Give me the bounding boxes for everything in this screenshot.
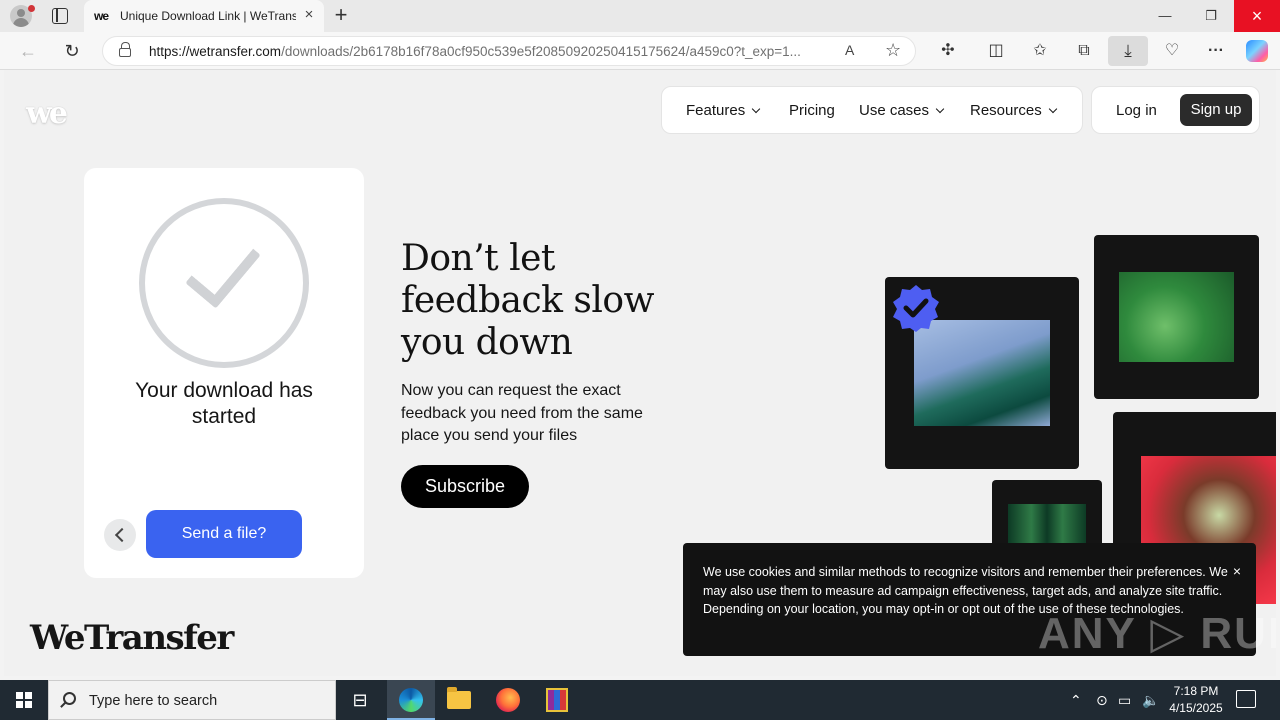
meet-now-icon[interactable]: ⊙: [1096, 680, 1108, 720]
wetransfer-favicon-icon: we: [94, 9, 109, 23]
checkmark-icon: [185, 229, 261, 309]
glass-vase-image: [914, 320, 1050, 426]
checkmark-circle-icon: [139, 198, 309, 368]
wetransfer-logo[interactable]: we: [26, 96, 68, 131]
chevron-down-icon: [935, 104, 945, 114]
firefox-icon: [496, 688, 520, 712]
promo-headline: Don’t let feedback slow you down: [401, 238, 654, 363]
chevron-down-icon: [1048, 104, 1057, 114]
new-tab-button[interactable]: +: [330, 4, 352, 26]
tab-actions-icon[interactable]: [52, 8, 68, 24]
browser-toolbar: ← ↻ https://wetransfer.com/downloads/2b6…: [0, 32, 1280, 70]
network-icon[interactable]: ▭: [1118, 680, 1131, 720]
tab-wetransfer[interactable]: we Unique Download Link | WeTransfer ×: [84, 0, 324, 32]
add-favorite-star-icon[interactable]: ☆: [885, 40, 901, 61]
url-path: /downloads/2b6178b16f78a0cf950c539e5f208…: [281, 44, 801, 59]
profile-notification-dot: [28, 5, 35, 12]
promo-image-tile: [1094, 235, 1259, 399]
web-page: we Features Pricing Use cases Resources …: [4, 70, 1276, 676]
signup-button[interactable]: Sign up: [1180, 94, 1252, 126]
download-card: Your download has started Send a file?: [84, 168, 364, 578]
taskbar-search[interactable]: Type here to search: [48, 680, 336, 720]
tab-title: Unique Download Link | WeTransfer: [120, 9, 296, 23]
promo-body: Now you can request the exact feedback y…: [401, 382, 643, 444]
nav-use-cases-label: Use cases: [859, 102, 930, 119]
window-close-button[interactable]: ×: [1234, 0, 1280, 32]
folder-icon: [447, 687, 471, 709]
copilot-icon[interactable]: [1246, 40, 1268, 62]
nav-pricing[interactable]: Pricing: [789, 102, 835, 119]
taskbar-clock[interactable]: 7:18 PM 4/15/2025: [1160, 683, 1232, 717]
clock-date: 4/15/2025: [1169, 701, 1223, 715]
taskbar-winrar[interactable]: [533, 680, 581, 720]
reload-icon[interactable]: ↻: [60, 39, 84, 63]
winrar-icon: [546, 688, 568, 712]
clock-time: 7:18 PM: [1173, 684, 1219, 698]
subscribe-button[interactable]: Subscribe: [401, 465, 529, 508]
nav-features-label: Features: [686, 102, 746, 119]
tab-close-icon[interactable]: ×: [300, 6, 318, 24]
windows-taskbar: Type here to search ⊟ ⌃ ⊙ ▭ 🔈 7:18 PM 4/…: [0, 680, 1280, 720]
search-placeholder: Type here to search: [89, 693, 218, 709]
window-minimize-button[interactable]: —: [1142, 0, 1188, 32]
windows-logo-icon: [16, 692, 32, 708]
extensions-puzzle-icon[interactable]: ✣: [936, 39, 960, 63]
wetransfer-wordmark: WeTransfer: [30, 618, 234, 658]
split-screen-icon[interactable]: ◫: [984, 39, 1008, 63]
address-bar[interactable]: https://wetransfer.com/downloads/2b6178b…: [102, 36, 916, 66]
verified-badge-icon: [893, 285, 939, 332]
taskbar-edge[interactable]: [387, 680, 435, 720]
chevron-down-icon: [751, 104, 761, 114]
main-nav: Features Pricing Use cases Resources: [661, 86, 1083, 134]
auth-box: Log in Sign up: [1091, 86, 1260, 134]
download-arrow-icon: ⤓: [1124, 41, 1132, 60]
tray-chevron-up-icon[interactable]: ⌃: [1070, 680, 1082, 720]
login-link[interactable]: Log in: [1116, 102, 1157, 119]
more-options-icon[interactable]: ···: [1204, 39, 1228, 63]
taskbar-file-explorer[interactable]: [435, 680, 483, 720]
nav-resources-label: Resources: [970, 102, 1042, 119]
nav-features[interactable]: Features: [686, 102, 761, 119]
browser-essentials-icon[interactable]: ♡: [1160, 39, 1184, 63]
lock-icon[interactable]: [119, 42, 131, 57]
cookie-close-icon[interactable]: ×: [1229, 563, 1245, 579]
browser-titlebar: we Unique Download Link | WeTransfer × +…: [0, 0, 1280, 32]
search-icon: [63, 692, 76, 705]
back-chevron-button[interactable]: [104, 519, 136, 551]
url-host: https://wetransfer.com: [149, 44, 282, 59]
window-restore-button[interactable]: ❐: [1188, 0, 1234, 32]
taskbar-firefox[interactable]: [484, 680, 532, 720]
edge-icon: [399, 688, 423, 712]
start-button[interactable]: [0, 680, 48, 720]
read-aloud-icon[interactable]: A: [845, 42, 854, 58]
anyrun-watermark: ANY ▷ RUN: [1038, 609, 1276, 658]
collections-icon[interactable]: ⧉: [1072, 39, 1096, 63]
task-view-icon[interactable]: ⊟: [336, 680, 384, 720]
back-arrow-icon[interactable]: ←: [16, 39, 40, 63]
favorites-icon[interactable]: ✩: [1028, 39, 1052, 63]
volume-icon[interactable]: 🔈: [1142, 680, 1159, 720]
nav-use-cases[interactable]: Use cases: [859, 102, 945, 119]
send-file-button[interactable]: Send a file?: [146, 510, 302, 558]
url-text[interactable]: https://wetransfer.com/downloads/2b6178b…: [149, 44, 839, 59]
notifications-icon[interactable]: [1236, 690, 1256, 708]
download-started-title: Your download has started: [135, 379, 313, 428]
nav-resources[interactable]: Resources: [970, 102, 1057, 119]
green-glass-image: [1119, 272, 1234, 362]
downloads-button[interactable]: ⤓: [1108, 36, 1148, 66]
